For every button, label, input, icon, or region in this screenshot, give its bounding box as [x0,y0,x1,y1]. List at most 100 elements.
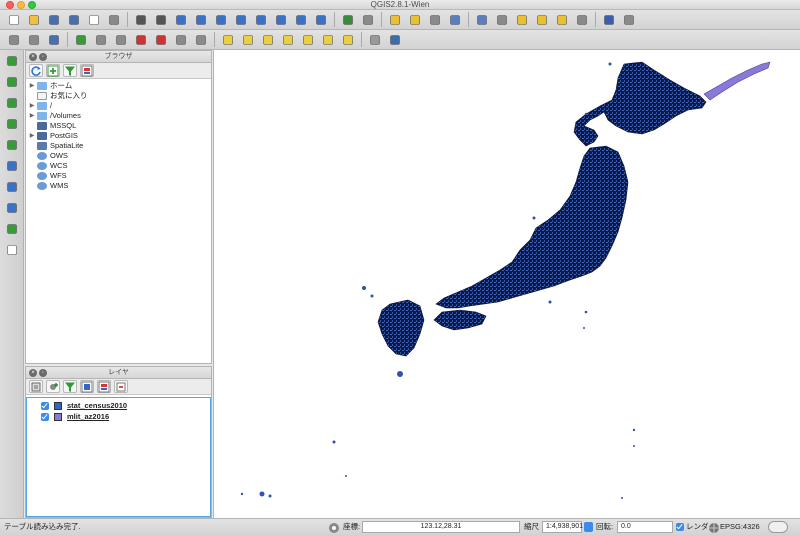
browser-tree-item[interactable]: ▶ PostGIS [28,131,211,141]
field-calculator-button[interactable] [425,11,444,28]
show-hide-labels-button[interactable] [278,31,297,48]
zoom-native-button[interactable] [211,11,230,28]
attribute-table-button[interactable] [445,11,464,28]
crs-label[interactable]: EPSG:4326 [720,519,760,535]
expand-arrow-icon[interactable]: ▶ [28,81,36,91]
label-abc-button[interactable] [218,31,237,48]
pin-labels-button[interactable] [258,31,277,48]
messages-icon[interactable] [768,521,788,533]
toggle-editing-pencil-button[interactable] [4,31,23,48]
new-shapefile-button[interactable] [2,241,22,259]
move-label-button[interactable] [298,31,317,48]
layer-row[interactable]: stat_census2010 [27,400,210,411]
delete-selected-button[interactable] [131,31,150,48]
remove-layer-button[interactable] [114,380,128,393]
expand-all-button[interactable] [80,380,94,393]
paste-features-button[interactable] [191,31,210,48]
add-wms-layer-button[interactable] [2,157,22,175]
add-wfs-layer-button[interactable] [2,199,22,217]
scale-dropdown-icon[interactable] [584,522,593,532]
new-project-button[interactable] [4,11,23,28]
current-edits-button[interactable] [24,31,43,48]
japan-map[interactable] [214,50,800,518]
browser-tree-item[interactable]: WMS [28,181,211,191]
save-layer-edits-button[interactable] [44,31,63,48]
render-checkbox[interactable] [676,523,684,531]
whats-this-button[interactable] [619,11,638,28]
save-as-button[interactable] [64,11,83,28]
layer-visibility-checkbox[interactable] [41,412,49,421]
browser-tree-item[interactable]: ▶ / [28,101,211,111]
open-project-button[interactable] [24,11,43,28]
new-print-composer-button[interactable] [84,11,103,28]
measure-button[interactable] [492,11,511,28]
expand-arrow-icon[interactable]: ▶ [28,111,36,121]
layer-styling-button[interactable] [29,380,43,393]
layer-visibility-checkbox[interactable] [41,401,49,410]
zoom-out-button[interactable] [191,11,210,28]
select-features-button[interactable] [385,11,404,28]
change-label-button[interactable] [338,31,357,48]
refresh-button[interactable] [338,11,357,28]
add-wcs-layer-button[interactable] [2,178,22,196]
zoom-to-layer-button[interactable] [271,11,290,28]
move-feature-button[interactable] [91,31,110,48]
add-raster-layer-button[interactable] [2,73,22,91]
map-canvas[interactable] [213,50,800,518]
layer-row[interactable]: mlit_az2016 [27,411,210,422]
add-feature-button[interactable] [71,31,90,48]
text-annotation-button[interactable] [572,11,591,28]
cut-features-button[interactable] [151,31,170,48]
browser-tree-item[interactable]: WFS [28,171,211,181]
save-project-button[interactable] [44,11,63,28]
map-tips-button[interactable] [512,11,531,28]
pan-to-selection-button[interactable] [151,11,170,28]
browser-tree-item[interactable]: SpatiaLite [28,141,211,151]
browser-tree-item[interactable]: ▶ /Volumes [28,111,211,121]
label-tool-button[interactable] [238,31,257,48]
browser-tree-item[interactable]: お気に入り [28,91,211,101]
expand-arrow-icon[interactable]: ▶ [28,101,36,111]
new-bookmark-button[interactable] [532,11,551,28]
browser-tree-item[interactable]: ▶ ホーム [28,81,211,91]
rotate-label-button[interactable] [318,31,337,48]
zoom-full-button[interactable] [231,11,250,28]
node-tool-button[interactable] [111,31,130,48]
collapse-all-button[interactable] [80,64,94,77]
statistics-button[interactable] [472,11,491,28]
coordinate-field[interactable]: 123.12,28.31 [362,521,520,533]
browser-tree-item[interactable]: WCS [28,161,211,171]
new-print-composer-icon [88,14,99,25]
refresh-button[interactable] [29,64,43,77]
zoom-last-button[interactable] [291,11,310,28]
add-mssql-layer-button[interactable] [2,136,22,154]
browser-tree-item[interactable]: OWS [28,151,211,161]
help-button[interactable] [599,11,618,28]
filter-legend-button[interactable] [63,380,77,393]
pan-hand-button[interactable] [131,11,150,28]
composer-manager-button[interactable] [104,11,123,28]
add-group-button[interactable] [46,380,60,393]
show-bookmarks-button[interactable] [552,11,571,28]
add-vector-layer-button[interactable] [2,52,22,70]
expand-arrow-icon[interactable]: ▶ [28,131,36,141]
add-spatialite-layer-button[interactable] [2,115,22,133]
add-delimited-text-button[interactable] [2,220,22,238]
copy-features-button[interactable] [171,31,190,48]
deselect-button[interactable] [405,11,424,28]
add-selected-layers-button[interactable] [46,64,60,77]
browser-tree-item[interactable]: MSSQL [28,121,211,131]
zoom-to-selection-button[interactable] [251,11,270,28]
crs-globe-icon[interactable] [708,522,719,533]
rotation-field[interactable]: 0.0 [617,521,673,533]
collapse-all-button[interactable] [97,380,111,393]
csw-button[interactable] [365,31,384,48]
filter-button[interactable] [63,64,77,77]
add-postgis-layer-button[interactable] [2,94,22,112]
coordinate-toggle-icon[interactable] [328,522,339,533]
identify-button[interactable] [358,11,377,28]
zoom-in-button[interactable] [171,11,190,28]
python-console-button[interactable] [385,31,404,48]
zoom-next-button[interactable] [311,11,330,28]
scale-field[interactable]: 1:4,938,901 [542,521,583,533]
